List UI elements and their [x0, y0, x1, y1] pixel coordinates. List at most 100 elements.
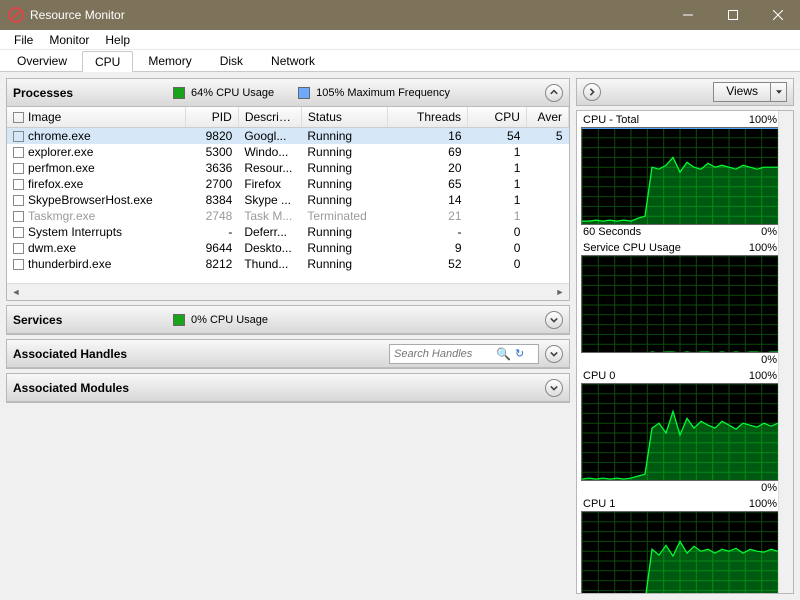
- table-row[interactable]: thunderbird.exe8212Thund...Running520: [7, 256, 569, 272]
- services-panel: Services 0% CPU Usage: [6, 305, 570, 335]
- col-image[interactable]: Image: [7, 107, 186, 128]
- search-icon[interactable]: 🔍: [496, 347, 511, 361]
- max-freq-swatch: [298, 87, 310, 99]
- row-checkbox[interactable]: [13, 243, 24, 254]
- processes-collapse-button[interactable]: [545, 84, 563, 102]
- col-cpu[interactable]: CPU: [468, 107, 527, 128]
- chart-body: [581, 255, 779, 353]
- processes-table: Image PID Descrip... Status Threads CPU …: [7, 107, 569, 272]
- chart-title: Service CPU Usage: [583, 242, 681, 254]
- col-status[interactable]: Status: [301, 107, 387, 128]
- table-row[interactable]: perfmon.exe3636Resour...Running201: [7, 160, 569, 176]
- tab-disk[interactable]: Disk: [207, 50, 256, 71]
- tabstrip: Overview CPU Memory Disk Network: [0, 50, 800, 72]
- menubar: File Monitor Help: [0, 30, 800, 50]
- col-threads[interactable]: Threads: [388, 107, 468, 128]
- cpu-usage-stat: 64% CPU Usage: [173, 87, 274, 99]
- services-cpu-label: 0% CPU Usage: [191, 314, 268, 326]
- handles-expand-button[interactable]: [545, 345, 563, 363]
- handles-panel: Associated Handles 🔍 ↻: [6, 339, 570, 369]
- row-checkbox[interactable]: [13, 259, 24, 270]
- chart-service-cpu-usage: Service CPU Usage 100% 0%: [581, 241, 779, 367]
- views-dropdown-icon[interactable]: [771, 82, 787, 102]
- scroll-right-icon[interactable]: ►: [553, 285, 567, 299]
- minimize-button[interactable]: [665, 0, 710, 30]
- cpu-usage-label: 64% CPU Usage: [191, 87, 274, 99]
- menu-help[interactable]: Help: [97, 31, 138, 49]
- row-checkbox[interactable]: [13, 163, 24, 174]
- modules-expand-button[interactable]: [545, 379, 563, 397]
- handles-header[interactable]: Associated Handles 🔍 ↻: [7, 340, 569, 368]
- services-cpu-stat: 0% CPU Usage: [173, 314, 268, 326]
- chart-body: [581, 127, 779, 225]
- modules-header[interactable]: Associated Modules: [7, 374, 569, 402]
- search-reset-icon[interactable]: ↻: [515, 347, 524, 360]
- chart-body: [581, 511, 779, 594]
- table-row[interactable]: Taskmgr.exe2748Task M...Terminated211: [7, 208, 569, 224]
- row-checkbox[interactable]: [13, 227, 24, 238]
- window-title: Resource Monitor: [30, 8, 665, 22]
- chart-min: 0%: [761, 482, 777, 494]
- chart-min: 0%: [761, 354, 777, 366]
- services-header[interactable]: Services 0% CPU Usage: [7, 306, 569, 334]
- table-row[interactable]: firefox.exe2700FirefoxRunning651: [7, 176, 569, 192]
- tab-overview[interactable]: Overview: [4, 50, 80, 71]
- views-menu: Views: [713, 82, 787, 102]
- titlebar: Resource Monitor: [0, 0, 800, 30]
- services-expand-button[interactable]: [545, 311, 563, 329]
- chart-max: 100%: [749, 498, 777, 510]
- chart-xlabel: 60 Seconds: [583, 226, 641, 238]
- maximize-button[interactable]: [710, 0, 755, 30]
- processes-table-scroll[interactable]: Image PID Descrip... Status Threads CPU …: [7, 107, 569, 283]
- tab-memory[interactable]: Memory: [135, 50, 204, 71]
- table-row[interactable]: dwm.exe9644Deskto...Running90: [7, 240, 569, 256]
- processes-header[interactable]: Processes 64% CPU Usage 105% Maximum Fre…: [7, 79, 569, 107]
- table-row[interactable]: System Interrupts-Deferr...Running-0: [7, 224, 569, 240]
- chart-max: 100%: [749, 370, 777, 382]
- chart-title: CPU 1: [583, 498, 615, 510]
- header-checkbox[interactable]: [13, 112, 24, 123]
- scroll-left-icon[interactable]: ◄: [9, 285, 23, 299]
- row-checkbox[interactable]: [13, 195, 24, 206]
- table-row[interactable]: SkypeBrowserHost.exe8384Skype ...Running…: [7, 192, 569, 208]
- tab-network[interactable]: Network: [258, 50, 328, 71]
- chart-max: 100%: [749, 242, 777, 254]
- views-button[interactable]: Views: [713, 82, 771, 102]
- row-checkbox[interactable]: [13, 131, 24, 142]
- row-checkbox[interactable]: [13, 179, 24, 190]
- col-desc[interactable]: Descrip...: [238, 107, 301, 128]
- cpu-usage-swatch: [173, 87, 185, 99]
- chart-cpu-0: CPU 0 100% 0%: [581, 369, 779, 495]
- table-row[interactable]: explorer.exe5300Windo...Running691: [7, 144, 569, 160]
- col-pid[interactable]: PID: [186, 107, 239, 128]
- charts-header: Views: [576, 78, 794, 106]
- modules-title: Associated Modules: [13, 381, 545, 395]
- processes-panel: Processes 64% CPU Usage 105% Maximum Fre…: [6, 78, 570, 301]
- chart-cpu-1: CPU 1100%0%: [581, 497, 779, 594]
- row-checkbox[interactable]: [13, 211, 24, 222]
- horizontal-scrollbar[interactable]: ◄ ►: [7, 283, 569, 300]
- table-row[interactable]: chrome.exe9820Googl...Running16545: [7, 128, 569, 145]
- chart-title: CPU - Total: [583, 114, 639, 126]
- tab-cpu[interactable]: CPU: [82, 51, 133, 72]
- charts-container: CPU - Total100%60 Seconds0%Service CPU U…: [576, 110, 794, 594]
- max-freq-stat: 105% Maximum Frequency: [298, 87, 450, 99]
- modules-panel: Associated Modules: [6, 373, 570, 403]
- services-title: Services: [13, 313, 173, 327]
- col-avg[interactable]: Aver: [526, 107, 568, 128]
- services-cpu-swatch: [173, 314, 185, 326]
- row-checkbox[interactable]: [13, 147, 24, 158]
- charts-collapse-button[interactable]: [583, 83, 601, 101]
- menu-file[interactable]: File: [6, 31, 41, 49]
- chart-body: [581, 383, 779, 481]
- processes-title: Processes: [13, 86, 173, 100]
- chart-cpu-total: CPU - Total 100% 60 Seconds 0%: [581, 113, 779, 239]
- menu-monitor[interactable]: Monitor: [41, 31, 97, 49]
- app-icon: [8, 7, 24, 23]
- close-button[interactable]: [755, 0, 800, 30]
- chart-min: 0%: [761, 226, 777, 238]
- search-handles-box: 🔍 ↻: [389, 344, 539, 364]
- chart-max: 100%: [749, 114, 777, 126]
- search-handles-input[interactable]: [394, 348, 494, 360]
- chart-title: CPU 0: [583, 370, 615, 382]
